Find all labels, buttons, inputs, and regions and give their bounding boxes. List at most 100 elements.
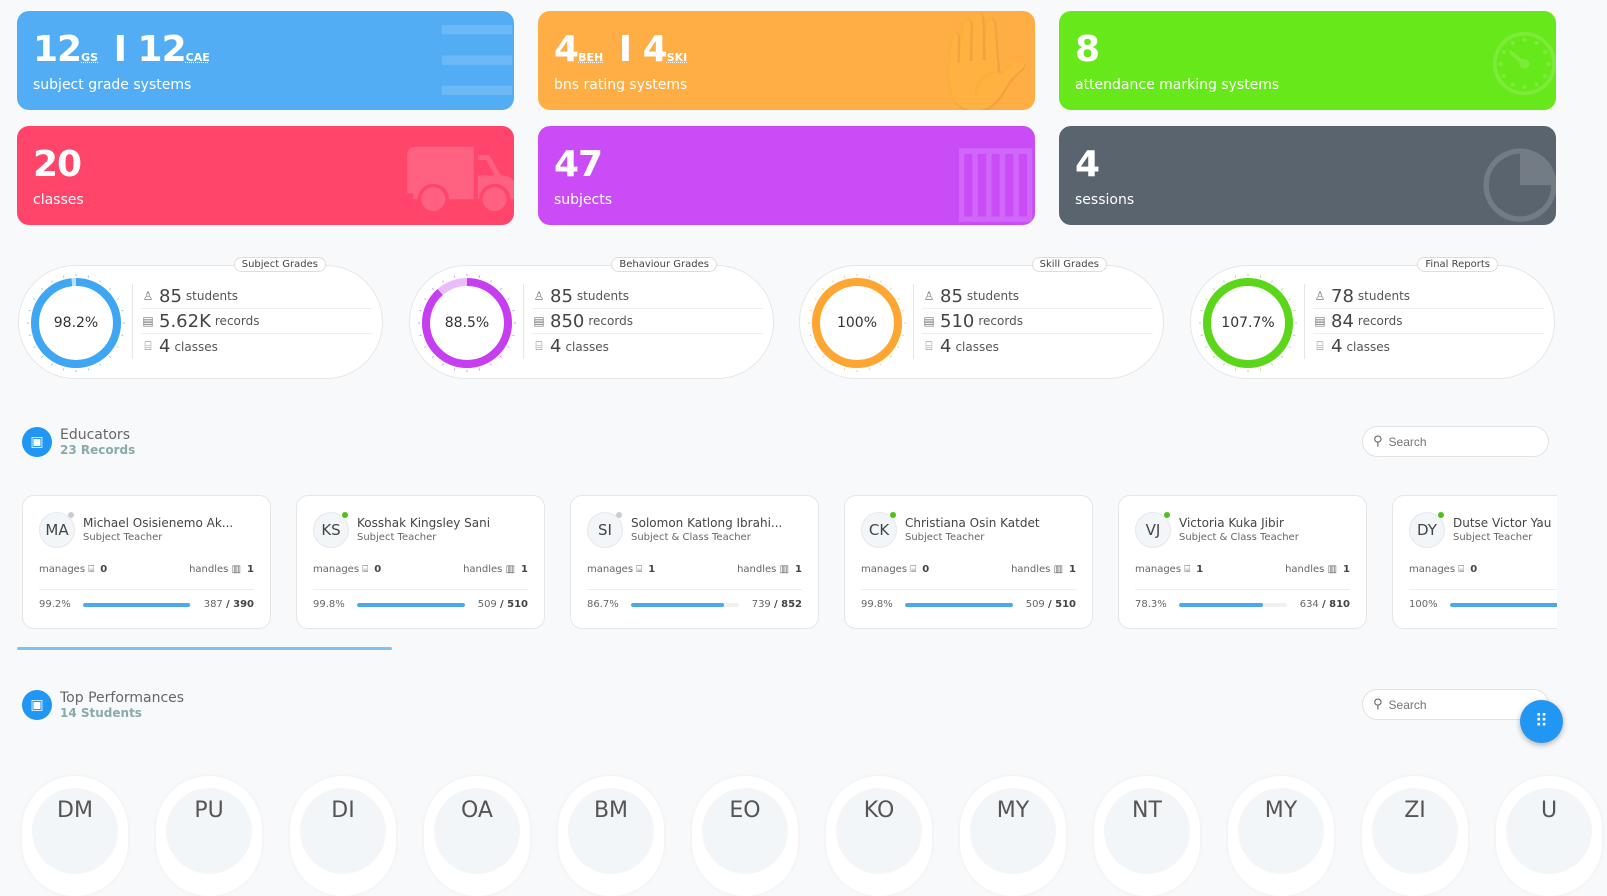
stat-card[interactable]: 12GS I 12CAE subject grade systems ☰	[17, 11, 514, 110]
educators-search[interactable]: ⚲	[1362, 426, 1549, 457]
gauge-card[interactable]: Skill Grades 100% ♙ 85 students ▤ 510 record…	[799, 257, 1164, 379]
records-count: 5.62K	[159, 310, 211, 332]
students-count: 78	[1331, 285, 1354, 307]
progress-total: / 390	[225, 599, 254, 610]
apps-grid-button[interactable]: ⠿	[1520, 700, 1563, 743]
educators-header: ▣ Educators 23 Records	[22, 427, 135, 457]
gauge-title: Skill Grades	[1031, 257, 1107, 272]
students-search-input[interactable]	[1388, 697, 1529, 712]
classroom-icon: ⌸	[362, 564, 369, 575]
classroom-icon: ⌸	[925, 339, 933, 353]
timer-icon: ⏲	[1487, 11, 1556, 110]
manages-label: manages	[861, 564, 908, 575]
student-initials: ZI	[1372, 788, 1458, 874]
students-row: ♙ 85 students	[141, 284, 372, 309]
records-label: records	[1357, 314, 1403, 328]
educator-card[interactable]: VJ Victoria Kuka Jibir Subject & Class T…	[1118, 495, 1367, 629]
progress-fill	[1178, 602, 1264, 607]
status-dot	[616, 512, 622, 518]
stat-card[interactable]: 20 classes ⛟	[17, 126, 514, 225]
educator-role: Subject Teacher	[357, 532, 437, 543]
stat-label: sessions	[1075, 192, 1135, 208]
stat-unit[interactable]: BEH	[578, 51, 603, 64]
handles-count: 1	[795, 564, 802, 575]
records-label: records	[978, 314, 1023, 328]
books-icon: ▥	[231, 564, 242, 575]
stat-value: 8	[1075, 29, 1100, 70]
student-avatar[interactable]: NT	[1094, 776, 1200, 896]
stat-unit[interactable]: CAE	[186, 51, 210, 64]
student-avatar[interactable]: DI	[290, 776, 396, 896]
student-avatar[interactable]: MY	[1228, 776, 1334, 896]
progress-percent: 100%	[1409, 599, 1438, 610]
stat-value: 20	[33, 144, 82, 185]
stat-label: subjects	[554, 192, 613, 208]
progress-done: 739	[751, 599, 771, 610]
student-avatar[interactable]: OA	[424, 776, 530, 896]
student-initials: PU	[166, 788, 252, 874]
educator-name: Michael Osisienemo Ak...	[83, 516, 234, 530]
student-initials: DM	[32, 788, 118, 874]
handles-label: handles	[189, 564, 229, 575]
handles-stat: handles ▥ 1	[463, 564, 528, 575]
student-avatar[interactable]: ZI	[1362, 776, 1468, 896]
stat-card[interactable]: 8 attendance marking systems ⏲	[1059, 11, 1556, 110]
students-label: students	[1357, 289, 1411, 303]
educator-card[interactable]: DY Dutse Victor Yau Subject Teacher mana…	[1392, 495, 1557, 629]
presentation-icon: ▣	[22, 427, 52, 457]
stat-label: bns rating systems	[554, 77, 688, 93]
gauge-card[interactable]: Subject Grades 98.2% ♙ 85 students ▤ 5.62K r…	[18, 257, 383, 379]
stat-card[interactable]: 4BEH I 4SKI bns rating systems ✋	[538, 11, 1035, 110]
students-row: ♙ 78 students	[1313, 284, 1544, 309]
top-performances-count: 14 Students	[60, 706, 142, 720]
horizontal-scrollbar[interactable]	[17, 647, 392, 650]
classes-count: 4	[159, 336, 171, 357]
manages-count: 1	[648, 564, 656, 575]
gauge-card[interactable]: Final Reports 107.7% ♙ 78 students ▤ 84 reco…	[1190, 257, 1555, 379]
student-icon: ♙	[923, 289, 935, 303]
stat-card[interactable]: 4 sessions ◔	[1059, 126, 1556, 225]
student-avatar[interactable]: KO	[826, 776, 932, 896]
student-avatar[interactable]: U	[1496, 776, 1602, 896]
handles-count: 1	[521, 564, 528, 575]
student-avatar[interactable]: MY	[960, 776, 1066, 896]
manages-label: manages	[1409, 564, 1456, 575]
student-icon: ♙	[142, 289, 154, 303]
students-count: 85	[159, 285, 182, 307]
student-avatar[interactable]: EO	[692, 776, 798, 896]
student-initials: DI	[300, 788, 386, 874]
classes-row: ⌸ 4 classes	[1313, 334, 1544, 359]
stat-unit[interactable]: GS	[81, 51, 98, 64]
student-avatar[interactable]: DM	[22, 776, 128, 896]
gauge-title: Behaviour Grades	[611, 257, 717, 272]
educator-card[interactable]: KS Kosshak Kingsley Sani Subject Teacher…	[296, 495, 545, 629]
stat-unit[interactable]: SKI	[667, 51, 688, 64]
student-avatar[interactable]: BM	[558, 776, 664, 896]
educator-card[interactable]: MA Michael Osisienemo Ak... Subject Teac…	[22, 495, 271, 629]
progress-done: 387	[203, 599, 223, 610]
educator-role: Subject & Class Teacher	[1179, 532, 1299, 543]
educators-search-input[interactable]	[1388, 434, 1529, 449]
student-avatar[interactable]: PU	[156, 776, 262, 896]
gauge-percent: 88.5%	[444, 315, 490, 331]
handles-stat: handles ▥ 1	[189, 564, 254, 575]
gauge-card[interactable]: Behaviour Grades 88.5% ♙ 85 students ▤ 850 r…	[409, 257, 774, 379]
gauge-title: Subject Grades	[233, 257, 326, 272]
handles-stat: handles ▥ 1	[1011, 564, 1076, 575]
manages-stat: manages ⌸ 0	[313, 564, 381, 575]
books-icon: ▥	[1327, 564, 1338, 575]
progress-fill	[356, 602, 465, 607]
progress-total: / 852	[773, 599, 802, 610]
educator-card[interactable]: CK Christiana Osin Katdet Subject Teache…	[844, 495, 1093, 629]
educator-card[interactable]: SI Solomon Katlong Ibrahi... Subject & C…	[570, 495, 819, 629]
gauge-percent: 107.7%	[1221, 315, 1275, 331]
classroom-icon: ⌸	[1316, 339, 1324, 353]
progress-bar	[1178, 602, 1287, 607]
manages-label: manages	[1135, 564, 1182, 575]
grid-icon: ⠿	[1534, 711, 1549, 732]
classroom-icon: ⌸	[910, 564, 917, 575]
student-initials: BM	[568, 788, 654, 874]
stat-card[interactable]: 47 subjects ▥	[538, 126, 1035, 225]
classes-label: classes	[1346, 339, 1390, 354]
handles-label: handles	[1011, 564, 1051, 575]
